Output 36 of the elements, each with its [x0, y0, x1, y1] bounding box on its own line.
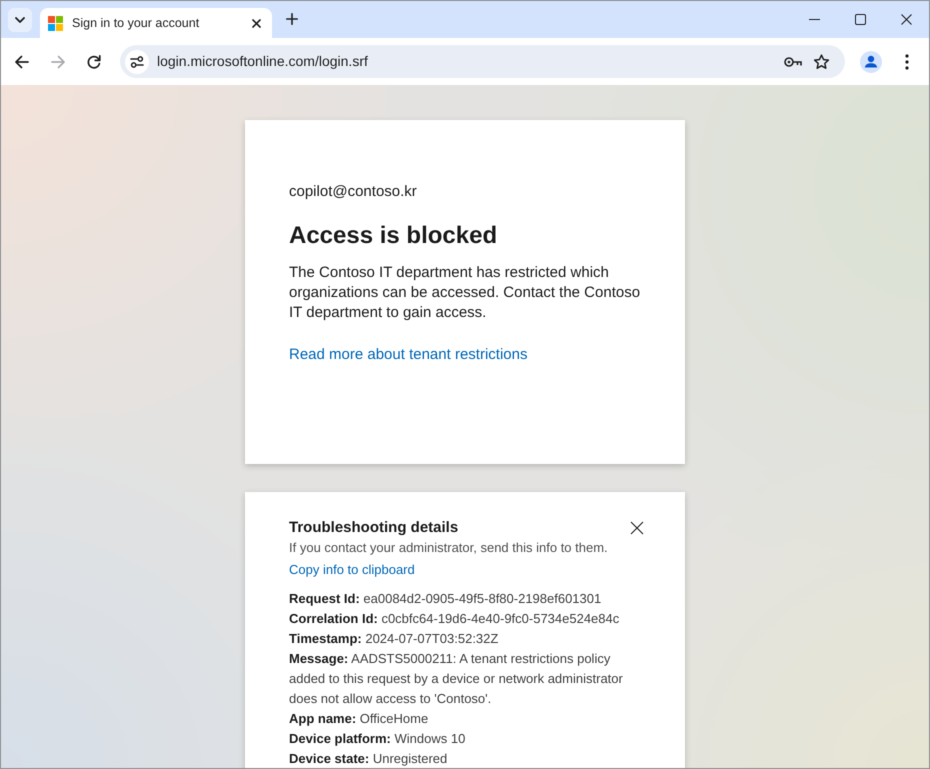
detail-line: App name: OfficeHome	[289, 710, 430, 728]
sliders-icon	[130, 56, 144, 68]
arrow-left-icon	[14, 54, 30, 70]
site-info-button[interactable]	[125, 50, 149, 74]
detail-line: Correlation Id: c0cbfc64-19d6-4e40-9fc0-5734e524e84c	[289, 610, 620, 628]
tenant-restrictions-link[interactable]: Read more about tenant restrictions	[289, 345, 528, 365]
url-text: login.microsoftonline.com/login.srf	[157, 52, 368, 71]
squares-logo-icon	[48, 16, 63, 30]
more-vertical-icon	[905, 54, 909, 70]
tab-list-button[interactable]	[8, 8, 32, 32]
detail-line: Device platform: Windows 10	[289, 730, 466, 748]
close-icon	[900, 14, 912, 24]
close-icon	[252, 18, 260, 28]
chevron-down-icon	[15, 17, 25, 23]
account-email: copilot@contoso.kr	[289, 182, 418, 202]
minimize-icon	[808, 18, 820, 20]
close-icon	[630, 521, 644, 535]
troubleshooting-subtitle: If you contact your administrator, send this info to them.	[289, 539, 609, 557]
detail-line: Timestamp: 2024-07-07T03:52:32Z	[289, 630, 500, 648]
page-heading: Access is blocked	[289, 221, 498, 251]
person-icon	[860, 50, 882, 72]
address-bar[interactable]: login.microsoftonline.com/login.srf	[120, 45, 845, 78]
copy-info-link[interactable]: Copy info to clipboard	[289, 560, 415, 580]
troubleshooting-title: Troubleshooting details	[289, 518, 458, 538]
tab-title: Sign in to your account	[72, 14, 200, 32]
arrow-right-icon	[50, 54, 66, 70]
key-icon	[784, 56, 802, 66]
detail-line: Request Id: ea0084d2-0905-49f5-8f80-2198ef601301	[289, 590, 602, 608]
maximize-icon	[854, 14, 866, 24]
detail-line: Message: AADSTS5000211: A tenant restrictions policy added to this request by a device or network administrator does not allow access to 'Contoso'.	[289, 650, 624, 708]
star-icon	[812, 54, 830, 70]
detail-line: Device state: Unregistered	[289, 750, 448, 768]
blocked-message: The Contoso IT department has restricted which organizations can be accessed. Contact the Contoso IT department to gain access.	[289, 263, 641, 323]
reload-icon	[86, 54, 102, 70]
plus-icon	[286, 13, 298, 25]
browser-tab[interactable]: Sign in to your account	[40, 8, 272, 38]
